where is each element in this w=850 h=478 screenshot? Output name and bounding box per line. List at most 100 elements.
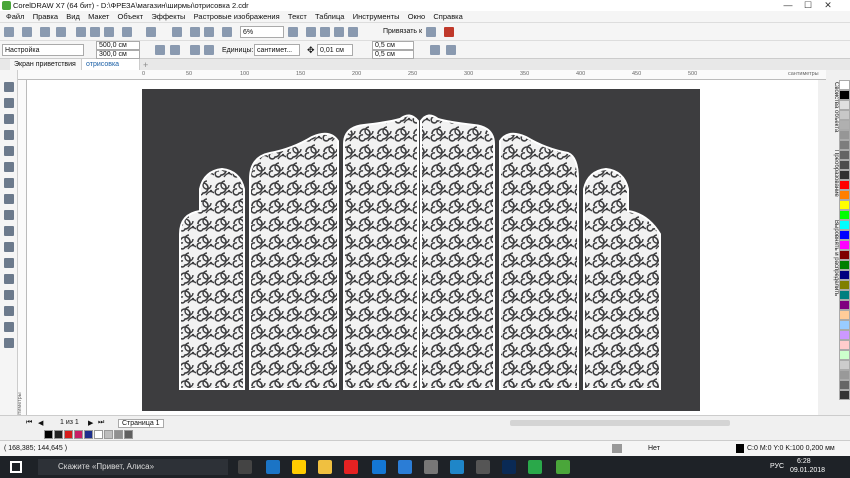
zoom-tool-icon[interactable] xyxy=(4,130,14,140)
edge-icon[interactable] xyxy=(266,460,280,474)
full-screen-icon[interactable] xyxy=(306,27,316,37)
palette-swatch[interactable] xyxy=(839,320,850,330)
show-grid-icon[interactable] xyxy=(334,27,344,37)
palette-swatch[interactable] xyxy=(839,110,850,120)
treat-as-filled-icon[interactable] xyxy=(430,45,440,55)
palette-swatch[interactable] xyxy=(839,90,850,100)
shape-tool-icon[interactable] xyxy=(4,98,14,108)
print-icon[interactable] xyxy=(56,27,66,37)
file-explorer-icon[interactable] xyxy=(318,460,332,474)
cortana-search-box[interactable]: Скажите «Привет, Алиса» xyxy=(38,459,228,475)
menu-edit[interactable]: Правка xyxy=(33,11,58,22)
application-launcher-icon[interactable] xyxy=(444,27,454,37)
undo-icon[interactable] xyxy=(122,27,132,37)
open-icon[interactable] xyxy=(22,27,32,37)
app-icon[interactable] xyxy=(476,460,490,474)
task-view-icon[interactable] xyxy=(238,460,252,474)
menu-view[interactable]: Вид xyxy=(66,11,80,22)
menu-window[interactable]: Окно xyxy=(408,11,425,22)
show-rulers-icon[interactable] xyxy=(320,27,330,37)
prev-page-icon[interactable]: ◀ xyxy=(38,419,43,427)
docker-object-properties[interactable]: Свойства объекта xyxy=(829,82,839,132)
blend-tool-icon[interactable] xyxy=(4,274,14,284)
landscape-icon[interactable] xyxy=(170,45,180,55)
horizontal-scrollbar[interactable] xyxy=(510,420,730,426)
document-palette-swatch[interactable] xyxy=(94,430,103,439)
palette-swatch[interactable] xyxy=(839,360,850,370)
new-icon[interactable] xyxy=(4,27,14,37)
ellipse-tool-icon[interactable] xyxy=(4,194,14,204)
clock-date[interactable]: 09.01.2018 xyxy=(790,467,825,474)
windows-start-icon[interactable] xyxy=(10,461,22,473)
paste-icon[interactable] xyxy=(104,27,114,37)
document-palette-swatch[interactable] xyxy=(64,430,73,439)
last-page-icon[interactable]: ⏭ xyxy=(98,419,104,427)
document-palette-swatch[interactable] xyxy=(114,430,123,439)
calculator-icon[interactable] xyxy=(424,460,438,474)
transparency-tool-icon[interactable] xyxy=(4,290,14,300)
eyedropper-tool-icon[interactable] xyxy=(4,306,14,316)
menu-file[interactable]: Файл xyxy=(6,11,24,22)
yandex-icon[interactable] xyxy=(344,460,358,474)
docker-align-distribute[interactable]: Выровнять и распределить xyxy=(829,220,839,296)
menu-bitmaps[interactable]: Растровые изображения xyxy=(194,11,280,22)
palette-swatch[interactable] xyxy=(839,310,850,320)
tab-document[interactable]: отрисовка 2.cdr xyxy=(82,59,140,79)
palette-swatch[interactable] xyxy=(839,210,850,220)
cut-icon[interactable] xyxy=(76,27,86,37)
connector-tool-icon[interactable] xyxy=(4,258,14,268)
copy-icon[interactable] xyxy=(90,27,100,37)
palette-swatch[interactable] xyxy=(839,190,850,200)
mail-icon[interactable] xyxy=(398,460,412,474)
document-palette-swatch[interactable] xyxy=(104,430,113,439)
show-guides-icon[interactable] xyxy=(348,27,358,37)
store-icon[interactable] xyxy=(372,460,386,474)
palette-swatch[interactable] xyxy=(839,130,850,140)
palette-swatch[interactable] xyxy=(839,350,850,360)
zoom-apply-icon[interactable] xyxy=(288,27,298,37)
page-tab[interactable]: Страница 1 xyxy=(118,419,164,428)
palette-swatch[interactable] xyxy=(839,340,850,350)
yandex-browser-icon[interactable] xyxy=(292,460,306,474)
units-select[interactable]: сантимет... xyxy=(254,44,300,56)
current-page-icon[interactable] xyxy=(204,45,214,55)
palette-swatch[interactable] xyxy=(839,150,850,160)
document-palette-swatch[interactable] xyxy=(124,430,133,439)
smart-fill-tool-icon[interactable] xyxy=(4,162,14,172)
palette-swatch[interactable] xyxy=(839,220,850,230)
save-icon[interactable] xyxy=(40,27,50,37)
language-indicator[interactable]: РУС xyxy=(770,463,784,470)
palette-swatch[interactable] xyxy=(839,140,850,150)
menu-table[interactable]: Таблица xyxy=(315,11,344,22)
minimize-button[interactable]: — xyxy=(780,0,796,11)
new-tab-icon[interactable]: + xyxy=(143,60,148,70)
palette-swatch[interactable] xyxy=(839,180,850,190)
maximize-button[interactable]: ☐ xyxy=(800,0,816,11)
tab-welcome-screen[interactable]: Экран приветствия xyxy=(10,59,82,70)
palette-swatch[interactable] xyxy=(839,380,850,390)
options-icon[interactable] xyxy=(426,27,436,37)
page-preset-select[interactable]: Настройка xyxy=(2,44,84,56)
docker-transform[interactable]: Преобразование xyxy=(829,150,839,197)
snap-to-dropdown[interactable]: Привязать к xyxy=(383,28,422,35)
document-palette-swatch[interactable] xyxy=(44,430,53,439)
zoom-level-select[interactable]: 6% xyxy=(240,26,284,38)
all-pages-icon[interactable] xyxy=(190,45,200,55)
palette-swatch[interactable] xyxy=(839,100,850,110)
page-width-field[interactable]: 500,0 см xyxy=(96,41,140,50)
menu-text[interactable]: Текст xyxy=(288,11,307,22)
close-button[interactable]: ✕ xyxy=(820,0,836,11)
palette-swatch[interactable] xyxy=(839,80,850,90)
crop-tool-icon[interactable] xyxy=(4,114,14,124)
palette-swatch[interactable] xyxy=(839,280,850,290)
smart-fill-tool-2-icon[interactable] xyxy=(4,338,14,348)
first-page-icon[interactable]: ⏮ xyxy=(26,419,32,427)
menu-help[interactable]: Справка xyxy=(433,11,462,22)
search-icon[interactable] xyxy=(172,27,182,37)
polygon-tool-icon[interactable] xyxy=(4,210,14,220)
menu-effects[interactable]: Эффекты xyxy=(151,11,185,22)
palette-swatch[interactable] xyxy=(839,240,850,250)
drawing-page[interactable] xyxy=(142,89,700,411)
palette-swatch[interactable] xyxy=(839,390,850,400)
next-page-icon[interactable]: ▶ xyxy=(88,419,93,427)
